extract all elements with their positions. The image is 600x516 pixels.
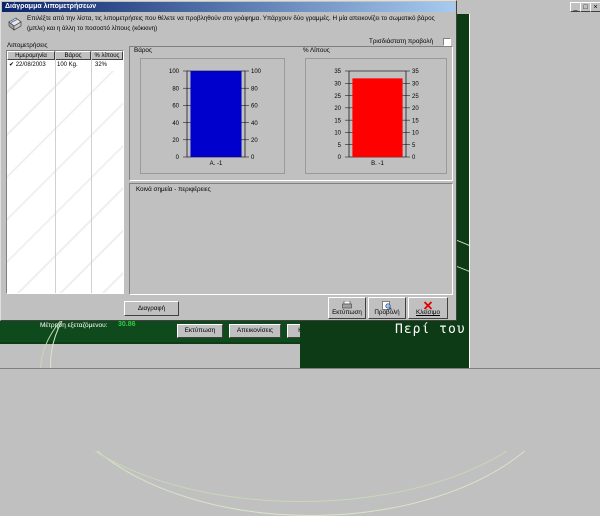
category-label: B. -1 [371, 161, 384, 167]
tick-label-left: 35 [334, 69, 341, 75]
tick-label-left: 30 [334, 81, 341, 87]
charts-panel: Βάρος 0 0 20 20 40 40 60 60 80 80 100 100 A. -1 % Λί… [129, 46, 453, 181]
about-banner-text[interactable]: Περί του [395, 322, 466, 337]
tick-label-left: 20 [172, 138, 179, 144]
tick-label-left: 100 [169, 69, 180, 75]
tick-label-right: 35 [412, 69, 419, 75]
common-points-panel: Κοινά σημεία - περιφέρειες [129, 183, 453, 295]
tick-label-left: 20 [334, 106, 341, 112]
three-d-view-checkbox[interactable] [443, 38, 451, 46]
background-empty-area [0, 368, 600, 451]
column-header-fat[interactable]: % λίπους [91, 51, 123, 60]
three-d-view-label: Τρισδιάστατη προβολή [369, 38, 434, 45]
row-date: 22/08/2003 [15, 62, 46, 68]
category-label: A. -1 [210, 161, 223, 167]
tick-label-left: 0 [338, 155, 342, 161]
weight-chart: 0 0 20 20 40 40 60 60 80 80 100 100 A. -1 [169, 69, 262, 167]
tick-label-right: 80 [251, 86, 258, 92]
tick-label-left: 10 [334, 131, 341, 137]
measurements-list-label: Λιπομετρήσεις [7, 42, 48, 49]
tick-label-left: 25 [334, 94, 341, 100]
tick-label-left: 80 [172, 86, 179, 92]
dialog-titlebar[interactable]: Διάγραμμα λιπομετρήσεων [2, 2, 455, 12]
close-window-button[interactable]: × [590, 2, 600, 12]
tick-label-left: 5 [338, 143, 342, 149]
info-icon [8, 17, 22, 31]
tick-label-right: 40 [251, 121, 258, 127]
tick-label-right: 20 [412, 106, 419, 112]
background-right-panel [469, 14, 600, 368]
print-button-label: Εκτύπωση [332, 309, 362, 316]
tick-label-right: 15 [412, 118, 419, 124]
preview-button[interactable]: Προβολή [368, 297, 406, 319]
list-header: Ημερομηνία Βάρος % λίπους [7, 51, 123, 60]
tick-label-right: 10 [412, 131, 419, 137]
tick-label-right: 0 [251, 155, 255, 161]
column-header-weight[interactable]: Βάρος [55, 51, 91, 60]
fat-chart-title: % Λίπους [303, 47, 330, 54]
tick-label-right: 100 [251, 69, 262, 75]
list-background [7, 71, 123, 293]
delete-button[interactable]: Διαγραφή [124, 301, 179, 316]
common-points-label: Κοινά σημεία - περιφέρειες [136, 186, 211, 193]
row-fat: 32% [95, 62, 108, 68]
dialog-title: Διάγραμμα λιπομετρήσεων [5, 3, 97, 10]
fat-chart-frame: 0 0 5 5 10 10 15 15 20 20 25 25 30 30 35 35 B. -1 [305, 58, 447, 174]
close-button[interactable]: Κλείσιμο [408, 297, 448, 319]
tick-label-right: 20 [251, 138, 258, 144]
print-button[interactable]: Εκτύπωση [328, 297, 366, 319]
tick-label-left: 60 [172, 104, 179, 110]
instructions-text: Επιλέξτε από την λίστα, τις λιπομετρήσει… [27, 15, 435, 32]
weight-chart-title: Βάρος [134, 47, 152, 54]
check-mark-icon[interactable]: ✔ [9, 62, 14, 68]
tick-label-right: 25 [412, 94, 419, 100]
tick-label-right: 60 [251, 104, 258, 110]
list-item[interactable]: ✔ 22/08/2003 100 Kg. 32% [7, 61, 123, 70]
tick-label-right: 0 [412, 155, 416, 161]
tick-label-left: 0 [176, 155, 180, 161]
fat-measurement-chart-dialog: Διάγραμμα λιπομετρήσεων Επιλέξτε από την… [0, 0, 457, 321]
tick-label-right: 5 [412, 143, 416, 149]
fat-chart: 0 0 5 5 10 10 15 15 20 20 25 25 30 30 35 35 B. -1 [334, 69, 419, 167]
measurements-list[interactable]: Ημερομηνία Βάρος % λίπους ✔ 22/08/2003 1… [6, 50, 124, 294]
bar [190, 71, 242, 157]
tick-label-left: 40 [172, 121, 179, 127]
weight-chart-frame: 0 0 20 20 40 40 60 60 80 80 100 100 A. -1 [140, 58, 285, 174]
tick-label-left: 15 [334, 118, 341, 124]
column-header-date[interactable]: Ημερομηνία [7, 51, 55, 60]
close-button-label: Κλείσιμο [416, 309, 440, 316]
bar [352, 78, 403, 157]
preview-button-label: Προβολή [374, 309, 400, 316]
row-weight: 100 Kg. [57, 62, 78, 68]
tick-label-right: 30 [412, 81, 419, 87]
printer-icon [342, 301, 352, 309]
